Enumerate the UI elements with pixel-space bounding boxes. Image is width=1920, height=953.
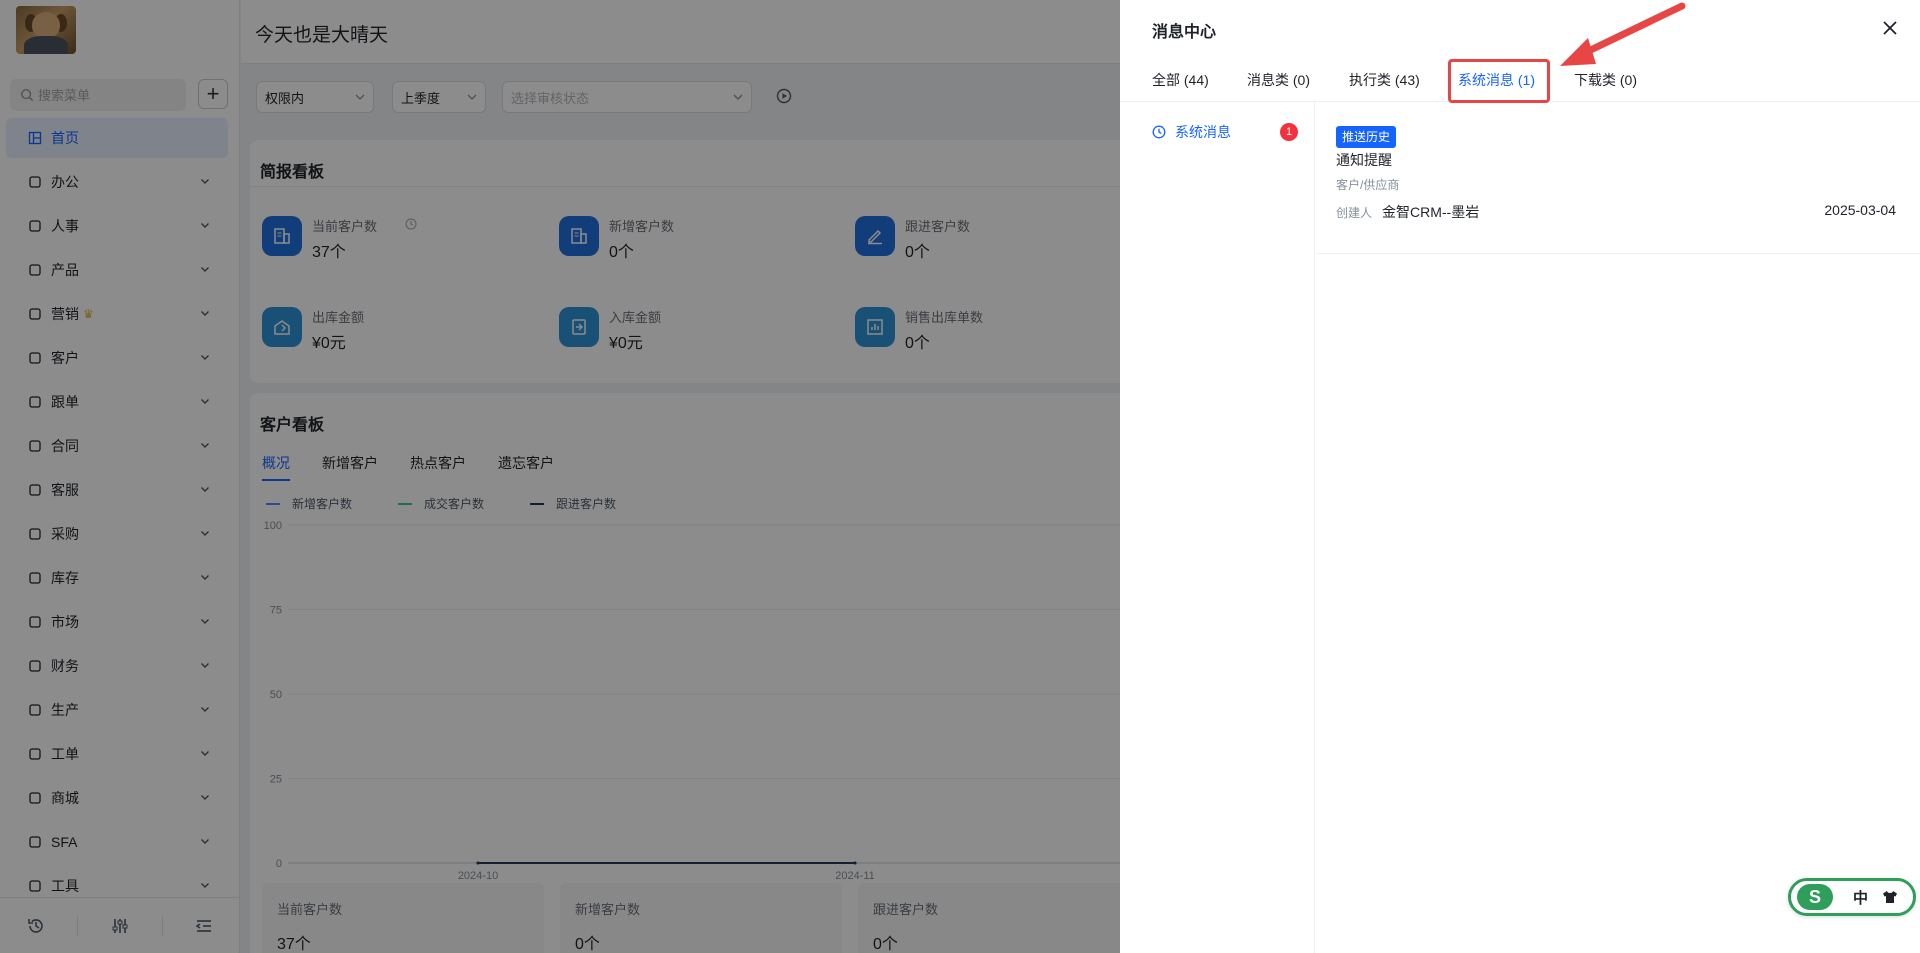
tab-message[interactable]: 消息类 (0) xyxy=(1247,70,1310,90)
drawer-title: 消息中心 xyxy=(1152,24,1217,41)
unread-count-badge: 1 xyxy=(1280,123,1298,141)
category-item-system-message[interactable]: 系统消息 1 xyxy=(1120,112,1315,152)
message-date: 2025-03-04 xyxy=(1824,202,1896,218)
clock-icon xyxy=(1152,125,1166,139)
message-category: 客户/供应商 xyxy=(1336,178,1400,192)
message-category-list: 系统消息 1 xyxy=(1120,102,1315,953)
creator-name: 金智CRM--墨岩 xyxy=(1382,204,1480,220)
close-icon[interactable] xyxy=(1880,18,1900,38)
message-center-drawer: 消息中心 全部 (44) 消息类 (0) 执行类 (43) 系统消息 (1) 下… xyxy=(1120,0,1920,953)
message-item[interactable]: 推送历史 通知提醒 客户/供应商 创建人 金智CRM--墨岩 2025-03-0… xyxy=(1316,102,1920,254)
highlight-box xyxy=(1448,59,1550,103)
ime-logo: S xyxy=(1797,884,1833,910)
ime-toolbar[interactable]: S 中 xyxy=(1788,878,1916,916)
ime-language[interactable]: 中 xyxy=(1853,887,1868,908)
modal-overlay[interactable] xyxy=(0,0,1120,953)
tab-all[interactable]: 全部 (44) xyxy=(1152,70,1209,90)
creator-label: 创建人 xyxy=(1336,206,1373,220)
message-tag: 推送历史 xyxy=(1336,126,1397,148)
message-title: 通知提醒 xyxy=(1336,152,1392,168)
tab-execution[interactable]: 执行类 (43) xyxy=(1349,70,1420,90)
skin-icon[interactable] xyxy=(1882,890,1898,904)
category-label: 系统消息 xyxy=(1175,124,1231,140)
annotation-arrow xyxy=(1560,2,1686,66)
